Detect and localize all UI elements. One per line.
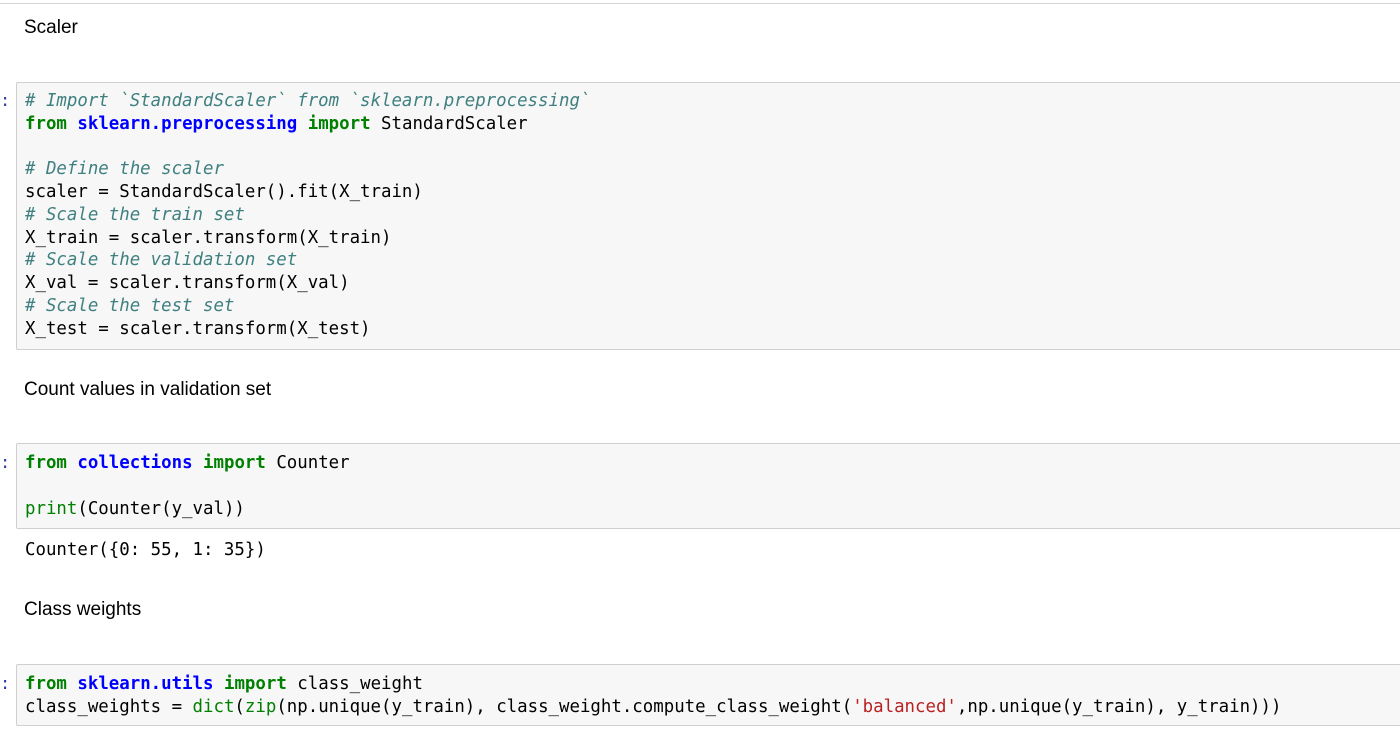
string-literal: 'balanced' [852, 696, 957, 717]
keyword-import: import [203, 453, 266, 473]
keyword-from: from [25, 674, 67, 694]
code-comment: # Scale the train set [25, 204, 245, 225]
markdown-heading-class-weights: Class weights [24, 599, 142, 620]
code-line: class_weights = [25, 696, 193, 717]
cell-output-counter: Counter({0: 55, 1: 35}) [25, 540, 266, 560]
code-comment: # Scale the validation set [25, 250, 298, 271]
keyword-from: from [25, 113, 67, 134]
code-line: scaler = StandardScaler().fit(X_train) [25, 182, 423, 202]
builtin-zip: zip [244, 696, 277, 717]
code-editor-class-weights[interactable]: from sklearn.utils import class_weightcl… [25, 673, 1281, 719]
input-prompt: : [0, 91, 11, 111]
code-comment: # Scale the test set [25, 295, 235, 316]
code-editor-standard-scaler[interactable]: # Import `StandardScaler` from `sklearn.… [25, 90, 590, 340]
markdown-heading-count-values: Count values in validation set [24, 379, 272, 400]
import-name: Counter [265, 453, 350, 473]
module-name: collections [77, 453, 193, 473]
module-name: sklearn.preprocessing [77, 113, 298, 134]
code-line: X_test = scaler.transform(X_test) [25, 318, 371, 339]
markdown-heading-scaler: Scaler [24, 17, 78, 38]
input-prompt: : [0, 453, 11, 473]
import-name: StandardScaler [370, 113, 528, 134]
code-comment: # Define the scaler [25, 159, 224, 180]
code-line: X_train = scaler.transform(X_train) [25, 227, 392, 248]
import-name: class_weight [286, 674, 423, 694]
code-editor-counter[interactable]: from collections import Counter print(Co… [25, 452, 350, 520]
code-line: ,np.unique(y_train), y_train))) [956, 696, 1282, 717]
input-prompt: : [0, 674, 11, 694]
keyword-import: import [223, 674, 287, 694]
builtin-print: print [25, 498, 78, 519]
code-line: X_val = scaler.transform(X_val) [25, 273, 350, 293]
code-line: (Counter(y_val)) [77, 498, 245, 519]
code-line: (np.unique(y_train), class_weight.comput… [276, 696, 853, 717]
code-paren: ( [234, 696, 245, 717]
top-divider [0, 3, 1400, 4]
module-name: sklearn.utils [77, 674, 214, 694]
code-comment: # Import `StandardScaler` from `sklearn.… [25, 91, 591, 111]
builtin-dict: dict [192, 696, 235, 717]
keyword-from: from [25, 453, 67, 473]
keyword-import: import [307, 113, 371, 134]
